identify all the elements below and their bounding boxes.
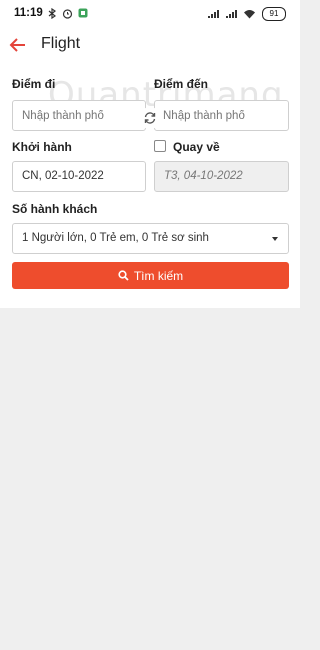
destination-input[interactable] — [154, 100, 289, 131]
depart-date-field[interactable]: CN, 02-10-2022 — [12, 161, 146, 192]
app-header: Flight — [0, 28, 300, 61]
status-bar: 11:19 91 — [0, 0, 300, 28]
battery-indicator: 91 — [262, 7, 286, 21]
signal-icon — [208, 10, 219, 18]
return-date-field[interactable]: T3, 04-10-2022 — [154, 161, 289, 192]
status-time: 11:19 — [14, 7, 43, 19]
origin-label: Điểm đi — [12, 77, 56, 91]
return-checkbox[interactable] — [154, 140, 166, 152]
search-form: Quantrimang Điểm đi Điểm đến Khởi hành C… — [0, 61, 300, 308]
swap-icon — [144, 112, 156, 124]
search-button-label: Tìm kiếm — [133, 268, 184, 283]
page-title: Flight — [41, 35, 81, 52]
status-left: 11:19 — [14, 7, 88, 19]
passengers-label: Số hành khách — [12, 202, 98, 216]
origin-input[interactable] — [12, 100, 146, 131]
destination-label: Điểm đến — [154, 77, 209, 91]
depart-label: Khởi hành — [12, 140, 72, 154]
passengers-dropdown[interactable]: 1 Người lớn, 0 Trẻ em, 0 Trẻ sơ sinh — [12, 223, 289, 254]
app-notification-icon — [78, 8, 88, 18]
status-right: 91 — [207, 7, 286, 21]
bluetooth-icon — [48, 7, 56, 19]
signal-2-icon — [226, 10, 237, 18]
swap-button[interactable] — [139, 107, 161, 129]
wifi-icon — [244, 10, 255, 19]
search-button[interactable]: Tìm kiếm — [12, 262, 289, 289]
chevron-down-icon — [272, 237, 278, 241]
search-icon — [118, 270, 129, 281]
passengers-value: 1 Người lớn, 0 Trẻ em, 0 Trẻ sơ sinh — [22, 232, 209, 244]
alarm-icon — [62, 8, 72, 19]
return-label: Quay về — [173, 140, 220, 154]
back-arrow-icon[interactable] — [6, 33, 30, 57]
